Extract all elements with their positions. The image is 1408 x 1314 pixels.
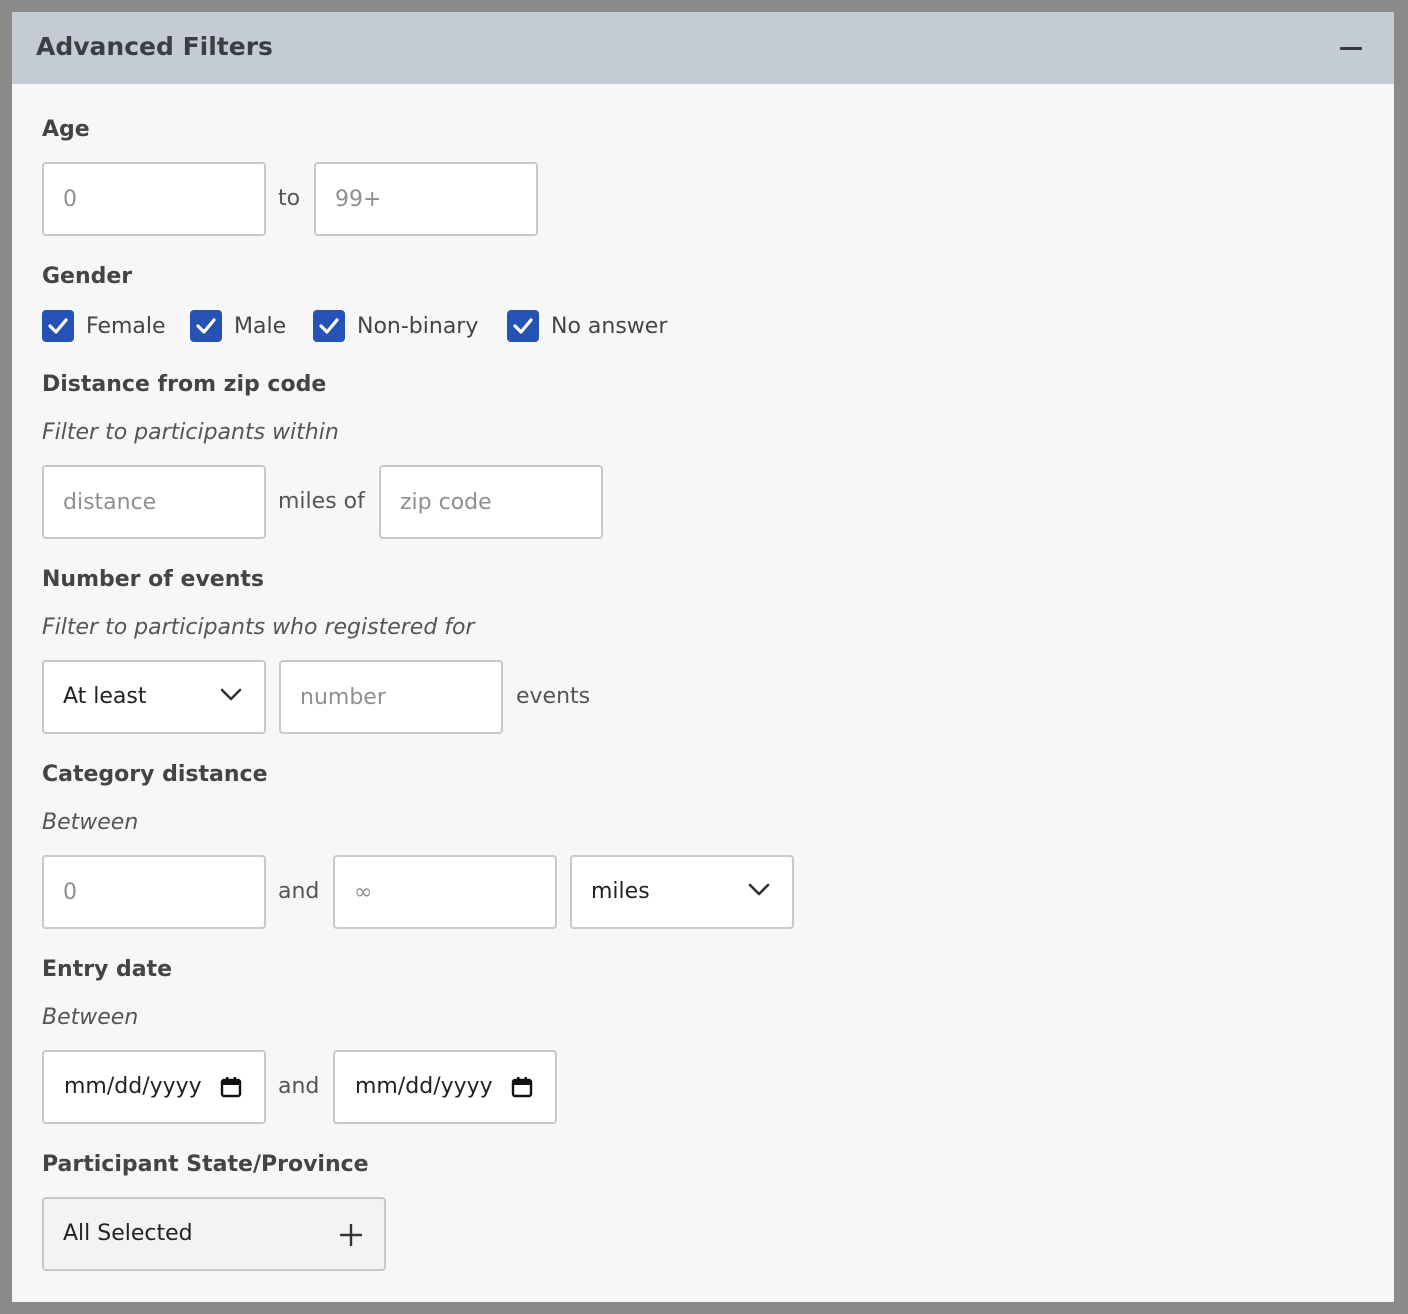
entry-date-end-placeholder: mm/dd/yyyy <box>355 1074 493 1099</box>
age-max-input[interactable] <box>314 162 538 236</box>
non-binary-checkbox[interactable] <box>313 310 345 342</box>
entry-date-start-placeholder: mm/dd/yyyy <box>64 1074 202 1099</box>
events-hint: Filter to participants who registered fo… <box>42 615 475 640</box>
gender-label: Gender <box>42 264 133 289</box>
no-answer-label: No answer <box>551 313 668 339</box>
age-label: Age <box>42 117 90 142</box>
events-comparator-value: At least <box>63 684 147 709</box>
events-label: Number of events <box>42 567 264 592</box>
entry-date-hint: Between <box>42 1005 139 1030</box>
state-province-select[interactable]: All Selected <box>42 1197 386 1271</box>
minus-icon <box>1340 47 1362 50</box>
category-distance-min-input[interactable] <box>42 855 266 929</box>
state-province-value: All Selected <box>63 1221 193 1246</box>
distance-unit-value: miles <box>591 879 650 904</box>
panel-header[interactable]: Advanced Filters <box>12 12 1394 84</box>
calendar-icon[interactable] <box>220 1076 242 1098</box>
entry-date-start-input[interactable]: mm/dd/yyyy <box>42 1050 266 1124</box>
gender-option-no-answer[interactable]: No answer <box>507 310 667 342</box>
gender-option-non-binary[interactable]: Non-binary <box>313 310 478 342</box>
female-checkbox[interactable] <box>42 310 74 342</box>
events-comparator-select[interactable]: At least <box>42 660 266 734</box>
no-answer-checkbox[interactable] <box>507 310 539 342</box>
category-distance-and-label: and <box>278 879 320 904</box>
events-suffix: events <box>516 684 591 709</box>
zip-distance-hint: Filter to participants within <box>42 420 339 445</box>
check-icon <box>48 318 68 334</box>
plus-icon <box>340 1224 362 1246</box>
male-label: Male <box>234 313 287 339</box>
category-distance-max-input[interactable] <box>333 855 557 929</box>
panel-title: Advanced Filters <box>36 32 273 61</box>
entry-date-label: Entry date <box>42 957 173 982</box>
events-number-input[interactable] <box>279 660 503 734</box>
zip-distance-label: Distance from zip code <box>42 372 327 397</box>
category-distance-label: Category distance <box>42 762 268 787</box>
distance-unit-select[interactable]: miles <box>570 855 794 929</box>
state-province-label: Participant State/Province <box>42 1152 369 1177</box>
miles-of-label: miles of <box>278 489 365 514</box>
entry-date-and-label: and <box>278 1074 320 1099</box>
entry-date-end-input[interactable]: mm/dd/yyyy <box>333 1050 557 1124</box>
age-to-label: to <box>278 186 301 211</box>
check-icon <box>513 318 533 334</box>
check-icon <box>319 318 339 334</box>
gender-option-female[interactable]: Female <box>42 310 166 342</box>
male-checkbox[interactable] <box>190 310 222 342</box>
check-icon <box>196 318 216 334</box>
calendar-icon[interactable] <box>511 1076 533 1098</box>
non-binary-label: Non-binary <box>357 313 479 339</box>
age-min-input[interactable] <box>42 162 266 236</box>
chevron-down-icon <box>748 883 770 896</box>
zip-code-input[interactable] <box>379 465 603 539</box>
category-distance-hint: Between <box>42 810 139 835</box>
collapse-button[interactable] <box>1328 32 1372 64</box>
advanced-filters-panel: Advanced Filters Age to Gender Female Ma… <box>12 12 1394 1302</box>
gender-option-male[interactable]: Male <box>190 310 286 342</box>
female-label: Female <box>86 313 166 339</box>
distance-input[interactable] <box>42 465 266 539</box>
chevron-down-icon <box>220 688 242 701</box>
